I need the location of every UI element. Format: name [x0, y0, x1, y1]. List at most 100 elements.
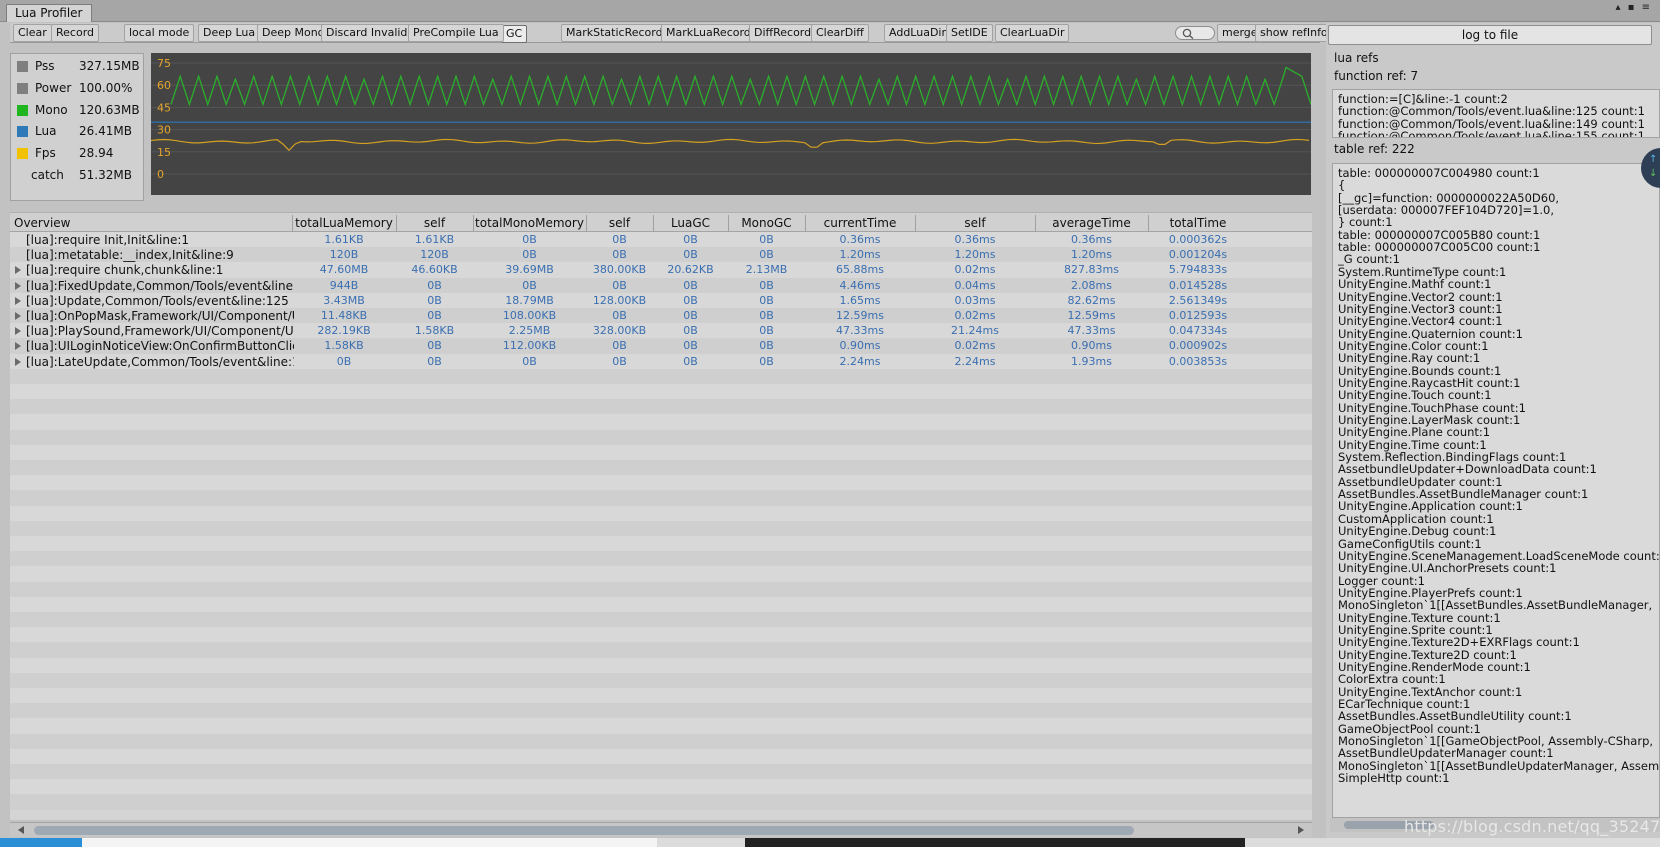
toolbar-button-addluadir[interactable]: AddLuaDir: [884, 24, 951, 42]
table-row[interactable]: [lua]:OnPopMask,Framework/UI/Component/U…: [10, 308, 1312, 324]
toolbar-button-precompile-lua[interactable]: PreCompile Lua: [408, 24, 504, 42]
cell-currenttime: 0.90ms: [839, 339, 881, 353]
column-header-self[interactable]: self: [915, 216, 1035, 230]
toolbar-button-discard-invalid[interactable]: Discard Invalid: [321, 24, 413, 42]
table-row[interactable]: [lua]:Update,Common/Tools/event&line:125…: [10, 292, 1312, 309]
cell-self: 0.04ms: [954, 278, 996, 292]
expand-arrow-icon[interactable]: [15, 296, 21, 305]
empty-table-row: [10, 794, 1312, 811]
column-divider[interactable]: [1035, 215, 1036, 231]
cell-monogc: 0B: [759, 309, 774, 322]
column-header-totaltime[interactable]: totalTime: [1148, 216, 1248, 230]
function-ref-list[interactable]: function:=[C]&line:-1 count:2 function:@C…: [1332, 89, 1660, 138]
search-input[interactable]: [1175, 26, 1215, 40]
table-row[interactable]: [lua]:LateUpdate,Common/Tools/event&line…: [10, 353, 1312, 370]
show-refinfo-toggle[interactable]: show refInfo: [1255, 24, 1333, 42]
expand-arrow-icon[interactable]: [15, 357, 21, 366]
toolbar-button-markstaticrecord[interactable]: MarkStaticRecord: [561, 24, 668, 42]
cell-totalluamemory: 3.43MB: [323, 293, 365, 307]
column-divider[interactable]: [292, 215, 293, 231]
cell-self: 0B: [612, 309, 627, 322]
expand-arrow-icon[interactable]: [15, 281, 21, 290]
table-row[interactable]: [lua]:UILoginNoticeView:OnConfirmButtonC…: [10, 338, 1312, 355]
column-divider[interactable]: [1148, 215, 1149, 231]
legend-item-fps: Fps 28.94: [15, 145, 141, 163]
toolbar-button-cleardiff[interactable]: ClearDiff: [811, 24, 869, 42]
cell-self: 0B: [427, 293, 442, 307]
row-name: [lua]:Update,Common/Tools/event&line:125: [26, 293, 289, 308]
download-arrow-icon: ↓: [1649, 168, 1658, 179]
column-divider[interactable]: [473, 215, 474, 231]
cell-totalluamemory: 120B: [329, 248, 359, 262]
taskbar-start-area[interactable]: [0, 838, 82, 847]
toolbar-button-clear[interactable]: Clear: [13, 24, 52, 42]
toolbar-button-deep-mono[interactable]: Deep Mono: [257, 24, 330, 42]
function-ref-item[interactable]: function:@Common/Tools/event.lua&line:15…: [1338, 129, 1645, 137]
table-ref-item[interactable]: table: 000000007C004980 count:1: [1338, 166, 1540, 180]
cell-self: 1.20ms: [954, 248, 996, 262]
table-horizontal-scrollbar[interactable]: [10, 822, 1312, 837]
cell-self: 128.00KB: [592, 293, 647, 307]
scroll-left-arrow-icon[interactable]: [18, 826, 24, 834]
cell-monogc: 0B: [759, 339, 774, 353]
scroll-thumb[interactable]: [34, 826, 1134, 835]
cell-totalmonomemory: 0B: [522, 354, 537, 368]
column-divider[interactable]: [586, 215, 587, 231]
scroll-right-arrow-icon[interactable]: [1298, 826, 1304, 834]
table-ref-list[interactable]: table: 000000007C004980 count:1{[__gc]=f…: [1332, 163, 1660, 818]
table-row[interactable]: [lua]:metatable:__index,Init&line:9 120B 1…: [10, 247, 1312, 264]
table-row[interactable]: [lua]:require chunk,chunk&line:1 47.60MB 4…: [10, 262, 1312, 279]
column-header-overview[interactable]: Overview: [14, 216, 296, 230]
cell-monogc: 0B: [759, 248, 774, 262]
row-name: [lua]:UILoginNoticeView:OnConfirmButtonC…: [26, 339, 294, 354]
expand-arrow-icon[interactable]: [15, 327, 21, 336]
table-row[interactable]: [lua]:FixedUpdate,Common/Tools/event&lin…: [10, 277, 1312, 294]
column-header-totalmonomemory[interactable]: totalMonoMemory: [473, 216, 586, 230]
column-header-averagetime[interactable]: averageTime: [1035, 216, 1148, 230]
toolbar-button-setide[interactable]: SetIDE: [946, 24, 993, 42]
row-name: [lua]:metatable:__index,Init&line:9: [26, 248, 234, 263]
column-header-totalluamemory[interactable]: totalLuaMemory: [292, 216, 396, 230]
expand-arrow-icon[interactable]: [15, 342, 21, 351]
window-tab-title[interactable]: Lua Profiler: [6, 4, 92, 22]
toolbar-button-diffrecord[interactable]: DiffRecord: [749, 24, 817, 42]
log-to-file-button[interactable]: log to file: [1328, 25, 1652, 45]
chart-series-mono-line: [170, 66, 1311, 107]
lua-refs-panel: log to file lua refs function ref: 7 fun…: [1326, 23, 1660, 847]
column-divider[interactable]: [805, 215, 806, 231]
column-header-self[interactable]: self: [586, 216, 653, 230]
table-row[interactable]: [lua]:require Init,Init&line:1 1.61KB 1.61…: [10, 232, 1312, 248]
toolbar-button-clearluadir[interactable]: ClearLuaDir: [995, 24, 1070, 42]
column-header-currenttime[interactable]: currentTime: [805, 216, 915, 230]
gc-button[interactable]: GC: [501, 25, 528, 43]
expand-arrow-icon[interactable]: [15, 312, 21, 320]
column-divider[interactable]: [728, 215, 729, 231]
empty-table-row: [10, 460, 1312, 476]
toolbar-button-local-mode[interactable]: local mode: [124, 24, 195, 42]
expand-arrow-icon[interactable]: [15, 266, 21, 275]
empty-table-row: [10, 536, 1312, 552]
toolbar-button-record[interactable]: Record: [51, 24, 100, 42]
column-divider[interactable]: [396, 215, 397, 231]
cell-averagetime: 1.20ms: [1071, 248, 1112, 262]
toolbar-button-markluarecord[interactable]: MarkLuaRecord: [661, 24, 756, 42]
cell-totalluamemory: 282.19KB: [317, 324, 371, 338]
legend-item-pss: Pss 327.15MB: [15, 58, 141, 76]
column-divider[interactable]: [653, 215, 654, 231]
cell-self: 2.24ms: [954, 354, 996, 368]
column-divider[interactable]: [915, 215, 916, 231]
toolbar-button-deep-lua[interactable]: Deep Lua: [198, 24, 261, 42]
table-ref-item[interactable]: SimpleHttp count:1: [1338, 771, 1450, 785]
taskbar-item[interactable]: [745, 838, 1245, 847]
window-controls-icon[interactable]: ▴ ▪ ≡: [1615, 2, 1652, 13]
chart-y-tick-label: 0: [157, 168, 164, 181]
empty-table-row: [10, 764, 1312, 780]
taskbar-item[interactable]: [82, 838, 657, 847]
table-row[interactable]: [lua]:PlaySound,Framework/UI/Component/U…: [10, 323, 1312, 340]
column-header-luagc[interactable]: LuaGC: [653, 216, 728, 230]
cell-totaltime: 0.014528s: [1168, 278, 1228, 292]
column-header-self[interactable]: self: [396, 216, 473, 230]
empty-table-row: [10, 520, 1312, 537]
legend-swatch: [17, 104, 28, 116]
column-header-monogc[interactable]: MonoGC: [728, 216, 805, 230]
